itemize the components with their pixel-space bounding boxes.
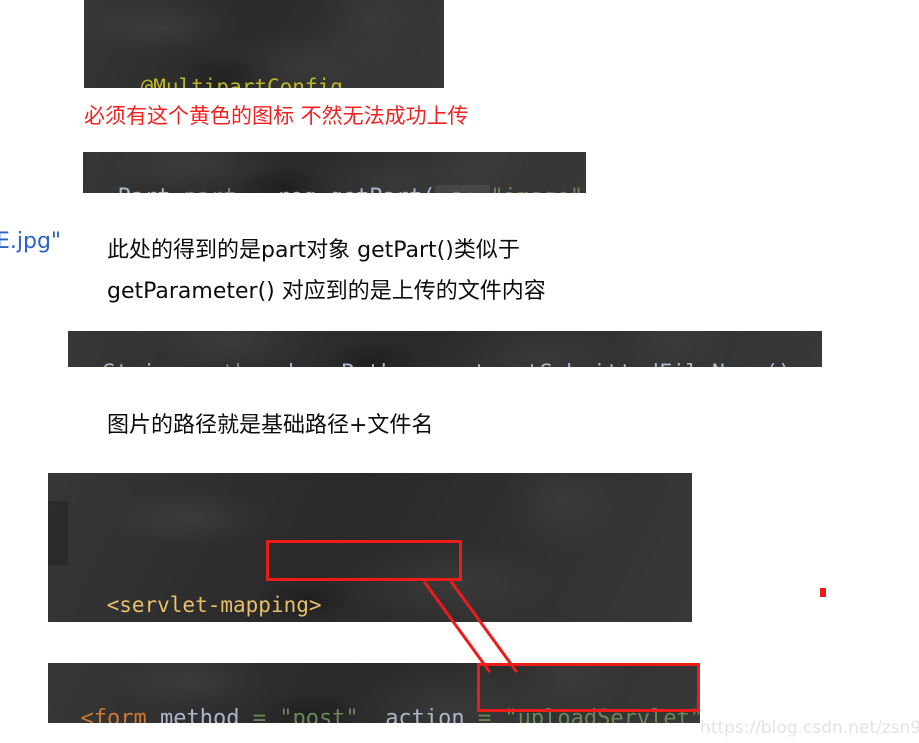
code-block-get-part: Part part = req.getPart( s: "image"); [83,152,586,193]
token-close-paren: ) [583,185,586,193]
clipped-path-snippet: E.jpg" [0,229,62,254]
form-token-eq-1: = [252,706,280,723]
form-token-open: <form [80,706,160,723]
code-block-multipart-config: @MultipartConfig public class ServletDem… [84,0,444,88]
code-block-build-path: String path = basePath + part.getSubmitt… [68,331,822,367]
token-param-hint: s: [435,185,491,193]
token-image-string: "image" [490,185,583,193]
token-assign-op: = [250,185,277,193]
token-part-type: Part [118,185,184,193]
token-assign-op-2: = [261,361,288,367]
csdn-watermark: https://blog.csdn.net/zsn99205 [700,718,919,738]
token-getpart-call: req.getPart( [276,185,435,193]
token-path-expression: basePath + part.getSubmittedFileName() [288,361,791,367]
code-line-multipart-annotation: @MultipartConfig [90,56,444,89]
annotation-image-path-explanation: 图片的路径就是基础路径+文件名 [107,413,434,438]
token-semicolon-2: ; [791,361,804,367]
token-path-variable: path [195,361,261,367]
token-multipart-config: @MultipartConfig [140,75,343,89]
annotation-getparameter-explanation: getParameter() 对应到的是上传的文件内容 [107,279,546,304]
form-token-method-value: "post" [279,706,359,723]
editor-gutter-strip [48,501,68,565]
token-part-variable: part [184,185,250,193]
red-dot-marker [820,588,826,597]
form-token-action-attr: action [385,706,478,723]
xml-token-open-tag: <servlet-mapping> [106,593,322,617]
highlight-box-url-pattern-value [266,540,462,581]
annotation-yellow-icon-required: 必须有这个黄色的图标 不然无法成功上传 [84,104,469,128]
token-string-type: String [103,361,196,367]
annotation-part-object-explanation: 此处的得到的是part对象 getPart()类似于 [107,238,520,263]
form-token-method-attr: method [159,706,253,723]
highlight-box-form-action-value [477,663,700,712]
form-token-space [359,706,386,723]
